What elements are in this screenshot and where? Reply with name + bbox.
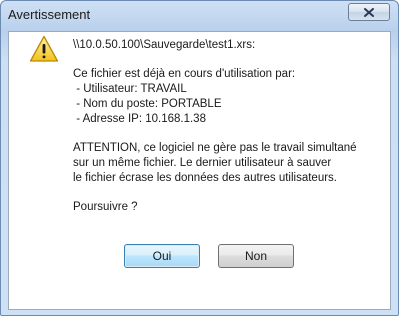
window-title: Avertissement bbox=[8, 7, 91, 22]
detail-host: - Nom du poste: PORTABLE bbox=[73, 98, 222, 110]
warning-icon bbox=[29, 35, 59, 62]
question-text: Poursuivre ? bbox=[73, 201, 138, 213]
close-button[interactable] bbox=[348, 3, 390, 21]
close-icon bbox=[364, 8, 374, 17]
title-bar[interactable]: Avertissement bbox=[1, 1, 398, 30]
warning-line-2: sur un même fichier. Le dernier utilisat… bbox=[73, 157, 332, 169]
detail-user: - Utilisateur: TRAVAIL bbox=[73, 83, 187, 95]
file-path: \\10.0.50.100\Sauvegarde\test1.xrs: bbox=[73, 39, 256, 51]
no-button[interactable]: Non bbox=[218, 244, 294, 268]
detail-ip: - Adresse IP: 10.168.1.38 bbox=[73, 113, 206, 125]
yes-button[interactable]: Oui bbox=[124, 244, 200, 268]
warning-line-1: ATTENTION, ce logiciel ne gère pas le tr… bbox=[73, 142, 357, 154]
intro-text: Ce fichier est déjà en cours d'utilisati… bbox=[73, 68, 296, 80]
warning-line-3: le fichier écrase les données des autres… bbox=[73, 172, 338, 184]
dialog-window: Avertissement \\10.0.50.100\Sauvegarde\t… bbox=[0, 0, 399, 316]
